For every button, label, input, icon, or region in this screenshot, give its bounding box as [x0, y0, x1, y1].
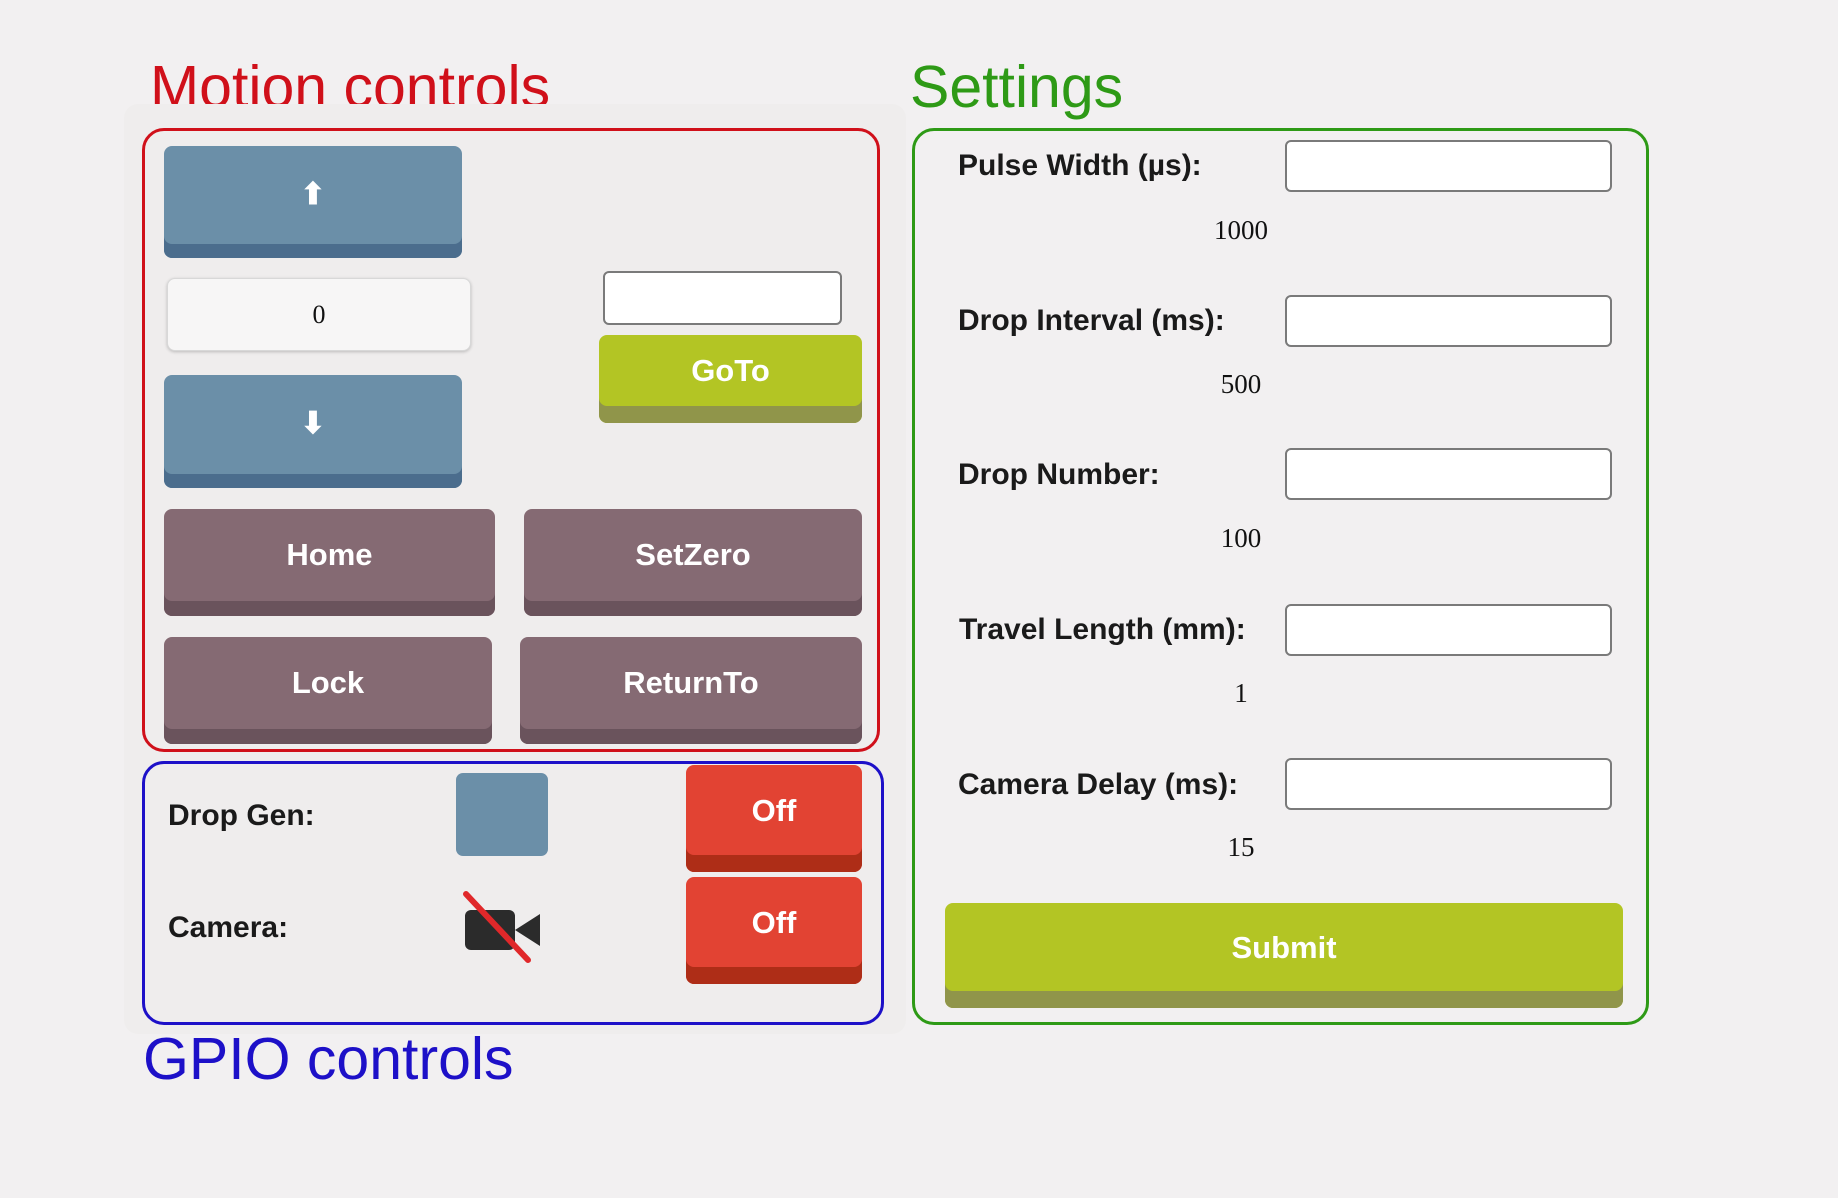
arrow-up-icon: ⬆	[300, 177, 326, 211]
drop-gen-label: Drop Gen:	[168, 799, 315, 832]
jog-down-button[interactable]: ⬇	[164, 375, 462, 488]
pulse-width-current-value: 1000	[1214, 215, 1268, 245]
drop-interval-current-value: 500	[1220, 369, 1262, 399]
settings-annotation: Settings	[910, 54, 1124, 120]
drop-interval-label: Drop Interval (ms):	[958, 304, 1225, 337]
camera-delay-input[interactable]	[1285, 758, 1612, 810]
drop-interval-input[interactable]	[1285, 295, 1612, 347]
travel-length-current-value: 1	[1234, 678, 1248, 708]
camera-delay-label: Camera Delay (ms):	[958, 768, 1239, 801]
goto-position-input[interactable]	[603, 271, 842, 325]
drop-number-input[interactable]	[1285, 448, 1612, 500]
travel-length-input[interactable]	[1285, 604, 1612, 656]
camera-label: Camera:	[168, 911, 289, 944]
home-button[interactable]: Home	[164, 509, 495, 616]
camera-toggle-button[interactable]: Off	[686, 877, 862, 984]
gpio-controls-annotation: GPIO controls	[143, 1026, 514, 1092]
drop-gen-status-indicator	[456, 773, 548, 856]
drop-number-current-value: 100	[1220, 523, 1262, 553]
returnto-button[interactable]: ReturnTo	[520, 637, 862, 744]
arrow-down-icon: ⬇	[300, 407, 326, 440]
position-display: 0	[167, 278, 471, 351]
camera-delay-current-value: 15	[1227, 832, 1255, 862]
pulse-width-label: Pulse Width (µs):	[958, 149, 1202, 182]
drop-gen-toggle-button[interactable]: Off	[686, 765, 862, 872]
setzero-button[interactable]: SetZero	[524, 509, 862, 616]
settings-frame	[912, 128, 1649, 1025]
goto-button[interactable]: GoTo	[599, 335, 862, 423]
travel-length-label: Travel Length (mm):	[959, 613, 1246, 646]
submit-button[interactable]: Submit	[945, 903, 1623, 1008]
drop-number-label: Drop Number:	[958, 458, 1160, 491]
pulse-width-input[interactable]	[1285, 140, 1612, 192]
jog-up-button[interactable]: ⬆	[164, 146, 462, 258]
lock-button[interactable]: Lock	[164, 637, 492, 744]
video-camera-off-icon	[463, 891, 540, 963]
